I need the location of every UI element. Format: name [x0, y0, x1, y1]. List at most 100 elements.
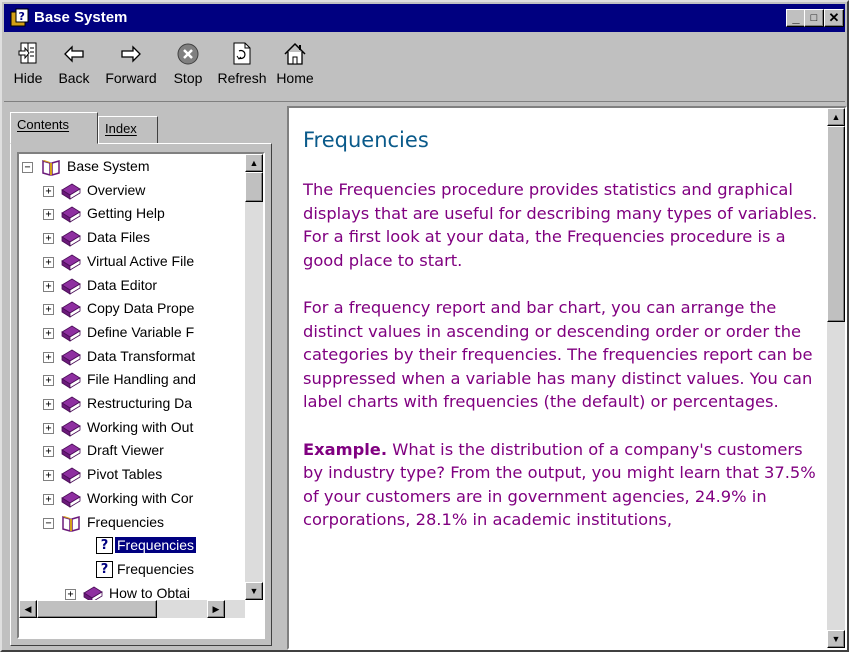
svg-text:?: ? — [19, 10, 25, 23]
topic-paragraph-2: For a frequency report and bar chart, yo… — [303, 298, 813, 411]
forward-label: Forward — [105, 70, 157, 86]
scroll-up-button[interactable]: ▲ — [245, 154, 263, 172]
example-label: Example. — [303, 439, 388, 459]
help-topic-icon: ? — [96, 537, 113, 555]
tree-item-label: Data Transformat — [87, 347, 196, 364]
expand-icon[interactable]: + — [43, 209, 54, 221]
closed-book-icon — [61, 277, 81, 295]
window-title: Base System — [34, 9, 128, 26]
tree-item-label: Getting Help — [87, 205, 165, 222]
home-label: Home — [276, 70, 314, 86]
topic-scroll-up-button[interactable]: ▲ — [827, 108, 845, 126]
collapse-icon[interactable]: − — [43, 517, 54, 529]
expand-icon[interactable]: + — [43, 280, 54, 292]
tree-item-label: Data Files — [87, 229, 151, 246]
expand-icon[interactable]: + — [43, 399, 54, 410]
tree-item-label: Frequencies — [87, 513, 165, 530]
closed-book-icon — [61, 205, 81, 224]
hide-button[interactable]: Hide — [10, 42, 46, 98]
expand-icon[interactable]: + — [43, 327, 54, 339]
minimize-button[interactable]: _ — [786, 9, 806, 27]
expand-icon[interactable]: + — [43, 256, 54, 268]
tree-child-label: Frequencies — [117, 560, 195, 577]
expand-icon[interactable]: + — [43, 446, 54, 458]
home-button[interactable]: Home — [272, 42, 318, 98]
collapse-icon[interactable]: − — [22, 162, 33, 173]
expand-icon[interactable]: + — [43, 470, 54, 482]
closed-book-icon — [61, 419, 81, 437]
title-bar: ? Base System _ □ ✕ — [4, 4, 845, 32]
refresh-icon — [233, 42, 251, 65]
closed-book-icon — [61, 371, 81, 390]
stop-label: Stop — [173, 70, 203, 86]
toolbar: Hide Back Forward Stop Refresh Home — [4, 32, 845, 102]
tree-item-label: Overview — [87, 181, 146, 198]
help-window: ? Base System _ □ ✕ Hide Back Forward St… — [0, 0, 849, 652]
contents-tree: − Base System + Overview + Getting Help + Data … — [19, 154, 245, 603]
tab-index[interactable]: Index — [98, 116, 158, 144]
topic-pane: Frequencies The Frequencies procedure pr… — [287, 106, 847, 650]
back-arrow-icon — [64, 45, 84, 63]
hide-label: Hide — [13, 70, 43, 86]
expand-icon[interactable]: + — [43, 351, 54, 363]
maximize-button[interactable]: □ — [804, 9, 824, 27]
tree-item-label: Pivot Tables — [87, 466, 163, 483]
tree-child-label-selected: Frequencies — [113, 536, 198, 555]
forward-arrow-icon — [121, 45, 141, 63]
tree-item-label: Virtual Active File — [87, 252, 195, 269]
tree-vertical-scrollbar[interactable]: ▲ ▼ — [245, 154, 263, 600]
help-topic-icon: ? — [96, 560, 113, 578]
expand-icon[interactable]: + — [43, 493, 54, 505]
closed-book-icon — [61, 442, 81, 461]
expand-icon[interactable]: + — [43, 233, 54, 245]
tree-item-label: Define Variable F — [87, 323, 195, 340]
stop-button[interactable]: Stop — [168, 42, 208, 98]
topic-scroll-down-button[interactable]: ▼ — [827, 630, 845, 648]
forward-button[interactable]: Forward — [100, 42, 162, 98]
tab-contents[interactable]: Contents — [10, 112, 98, 144]
expand-icon[interactable]: + — [43, 422, 54, 434]
open-book-icon — [61, 514, 81, 532]
contents-tree-view[interactable]: − Base System + Overview + Getting Help + Data … — [17, 152, 265, 639]
refresh-button[interactable]: Refresh — [216, 42, 268, 98]
close-button[interactable]: ✕ — [824, 9, 844, 27]
tree-horizontal-scrollbar[interactable]: ◀ ▶ — [19, 600, 245, 618]
topic-content: Frequencies The Frequencies procedure pr… — [303, 118, 823, 556]
tree-item-label: Restructuring Da — [87, 395, 193, 411]
closed-book-icon — [61, 300, 81, 318]
back-label: Back — [58, 70, 90, 86]
scroll-left-button[interactable]: ◀ — [19, 600, 37, 618]
expand-icon[interactable]: + — [65, 588, 76, 600]
tab-contents-label: Contents — [17, 117, 70, 132]
back-button[interactable]: Back — [54, 42, 94, 98]
tree-child-label: How to Obtai — [109, 584, 190, 601]
closed-book-icon — [61, 348, 81, 366]
open-book-icon — [41, 158, 61, 176]
hide-icon — [18, 42, 37, 64]
tree-item-label: Working with Out — [87, 418, 194, 435]
topic-paragraph-3: Example. What is the distribution of a c… — [303, 438, 823, 532]
topic-title: Frequencies — [303, 128, 429, 152]
expand-icon[interactable]: + — [43, 375, 54, 387]
closed-book-icon — [61, 229, 81, 247]
expand-icon[interactable]: + — [43, 304, 54, 316]
scroll-down-button[interactable]: ▼ — [245, 582, 263, 600]
closed-book-icon — [61, 466, 81, 484]
scroll-right-button[interactable]: ▶ — [207, 600, 225, 618]
tree-item-label: Working with Cor — [87, 489, 194, 506]
navigation-pane: Contents Index − Base System + Overview + Get… — [6, 106, 278, 650]
topic-scroll-thumb[interactable] — [827, 126, 845, 322]
contents-panel: − Base System + Overview + Getting Help + Data … — [10, 143, 272, 646]
tree-root-label: Base System — [67, 158, 150, 174]
tab-index-label: Index — [105, 121, 137, 136]
tree-item-label: File Handling and — [87, 371, 196, 388]
refresh-label: Refresh — [217, 70, 267, 86]
tree-item-label: Draft Viewer — [87, 442, 164, 459]
topic-vertical-scrollbar[interactable]: ▲ ▼ — [827, 108, 845, 648]
closed-book-icon — [61, 324, 81, 342]
tree-scroll-thumb[interactable] — [245, 172, 263, 202]
expand-icon[interactable]: + — [43, 185, 54, 197]
tree-hscroll-thumb[interactable] — [37, 600, 157, 618]
closed-book-icon — [61, 182, 81, 200]
closed-book-icon — [61, 253, 81, 271]
